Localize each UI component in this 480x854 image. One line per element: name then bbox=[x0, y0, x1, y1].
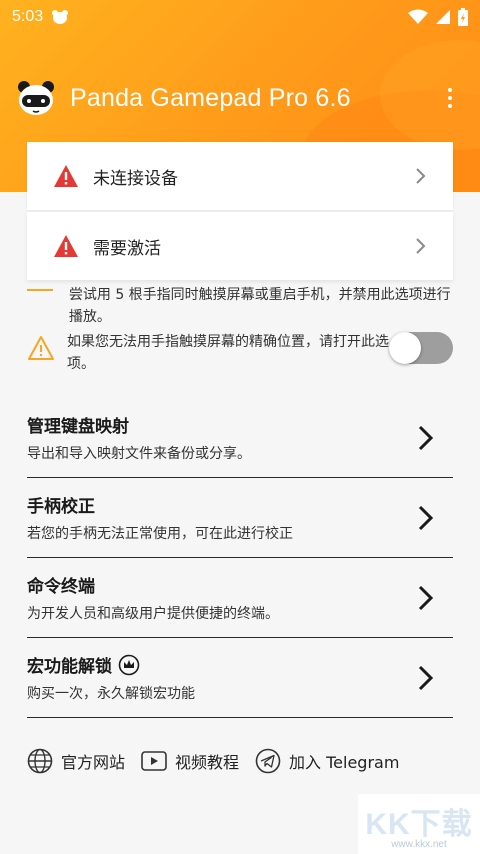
menu-dot-icon bbox=[448, 88, 452, 92]
menu-dot-icon bbox=[448, 104, 452, 108]
activation-alert[interactable]: 需要激活 bbox=[27, 212, 453, 280]
video-icon bbox=[141, 751, 167, 771]
watermark-main: KK下载 bbox=[365, 807, 473, 841]
touch-position-toggle[interactable] bbox=[389, 332, 453, 364]
settings-menu: 管理键盘映射 导出和导入映射文件来备份或分享。 手柄校正 若您的手柄无法正常使用… bbox=[27, 398, 453, 718]
watermark-url: www.kkx.net bbox=[391, 838, 447, 850]
device-connection-alert[interactable]: 未连接设备 bbox=[27, 142, 453, 210]
chevron-right-icon bbox=[418, 665, 434, 690]
toggle-knob bbox=[389, 332, 421, 364]
globe-icon bbox=[27, 748, 53, 774]
menu-item-keymap[interactable]: 管理键盘映射 导出和导入映射文件来备份或分享。 bbox=[27, 398, 453, 478]
menu-dot-icon bbox=[448, 96, 452, 100]
chevron-right-icon bbox=[416, 238, 426, 254]
wifi-icon bbox=[408, 9, 428, 24]
crown-icon bbox=[118, 654, 140, 675]
menu-item-subtitle: 购买一次，永久解锁宏功能 bbox=[27, 686, 195, 702]
video-tutorial-link[interactable]: 视频教程 bbox=[141, 749, 239, 773]
alert-label: 未连接设备 bbox=[93, 168, 178, 189]
status-time: 5:03 bbox=[12, 8, 44, 25]
tip-marker bbox=[27, 289, 53, 291]
chevron-right-icon bbox=[416, 168, 426, 184]
menu-item-terminal[interactable]: 命令终端 为开发人员和高级用户提供便捷的终端。 bbox=[27, 558, 453, 638]
warning-icon bbox=[54, 235, 78, 257]
menu-item-title: 命令终端 bbox=[27, 577, 95, 597]
menu-item-subtitle: 为开发人员和高级用户提供便捷的终端。 bbox=[27, 606, 279, 622]
app-title: Panda Gamepad Pro 6.6 bbox=[70, 83, 351, 112]
menu-item-calibration[interactable]: 手柄校正 若您的手柄无法正常使用，可在此进行校正 bbox=[27, 478, 453, 558]
menu-item-subtitle: 导出和导入映射文件来备份或分享。 bbox=[27, 446, 251, 462]
chevron-right-icon bbox=[418, 505, 434, 530]
app-bar: Panda Gamepad Pro 6.6 bbox=[0, 70, 480, 126]
status-bar: 5:03 bbox=[0, 0, 480, 34]
touch-position-tip: 如果您无法用手指触摸屏幕的精确位置，请打开此选项。 bbox=[27, 331, 453, 375]
menu-item-subtitle: 若您的手柄无法正常使用，可在此进行校正 bbox=[27, 526, 293, 542]
menu-item-title: 手柄校正 bbox=[27, 497, 95, 517]
bear-notification-icon bbox=[52, 10, 69, 24]
telegram-link-label: 加入 Telegram bbox=[289, 753, 400, 772]
video-tutorial-link-label: 视频教程 bbox=[175, 753, 240, 772]
multitouch-tip-text: 尝试用 5 根手指同时触摸屏幕或重启手机，并禁用此选项进行播放。 bbox=[68, 287, 451, 325]
panda-logo-icon bbox=[18, 81, 54, 115]
touch-position-tip-text: 如果您无法用手指触摸屏幕的精确位置，请打开此选项。 bbox=[67, 334, 389, 372]
menu-item-title: 管理键盘映射 bbox=[27, 417, 129, 437]
alert-label: 需要激活 bbox=[93, 238, 161, 259]
telegram-link[interactable]: 加入 Telegram bbox=[255, 748, 399, 774]
telegram-icon bbox=[255, 748, 281, 774]
watermark: KK下载 www.kkx.net bbox=[358, 794, 480, 854]
chevron-right-icon bbox=[418, 425, 434, 450]
multitouch-tip: 尝试用 5 根手指同时触摸屏幕或重启手机，并禁用此选项进行播放。 bbox=[27, 284, 453, 328]
menu-item-title: 宏功能解锁 bbox=[27, 657, 112, 677]
footer-links: 官方网站 视频教程 加入 Telegram bbox=[27, 746, 415, 776]
overflow-menu-button[interactable] bbox=[436, 78, 464, 118]
website-link[interactable]: 官方网站 bbox=[27, 748, 125, 774]
menu-item-macro-unlock[interactable]: 宏功能解锁 购买一次，永久解锁宏功能 bbox=[27, 638, 453, 718]
chevron-right-icon bbox=[418, 585, 434, 610]
signal-icon bbox=[436, 10, 450, 24]
website-link-label: 官方网站 bbox=[61, 753, 126, 772]
warning-outline-icon bbox=[28, 336, 54, 360]
warning-icon bbox=[54, 165, 78, 187]
battery-icon bbox=[458, 8, 468, 26]
